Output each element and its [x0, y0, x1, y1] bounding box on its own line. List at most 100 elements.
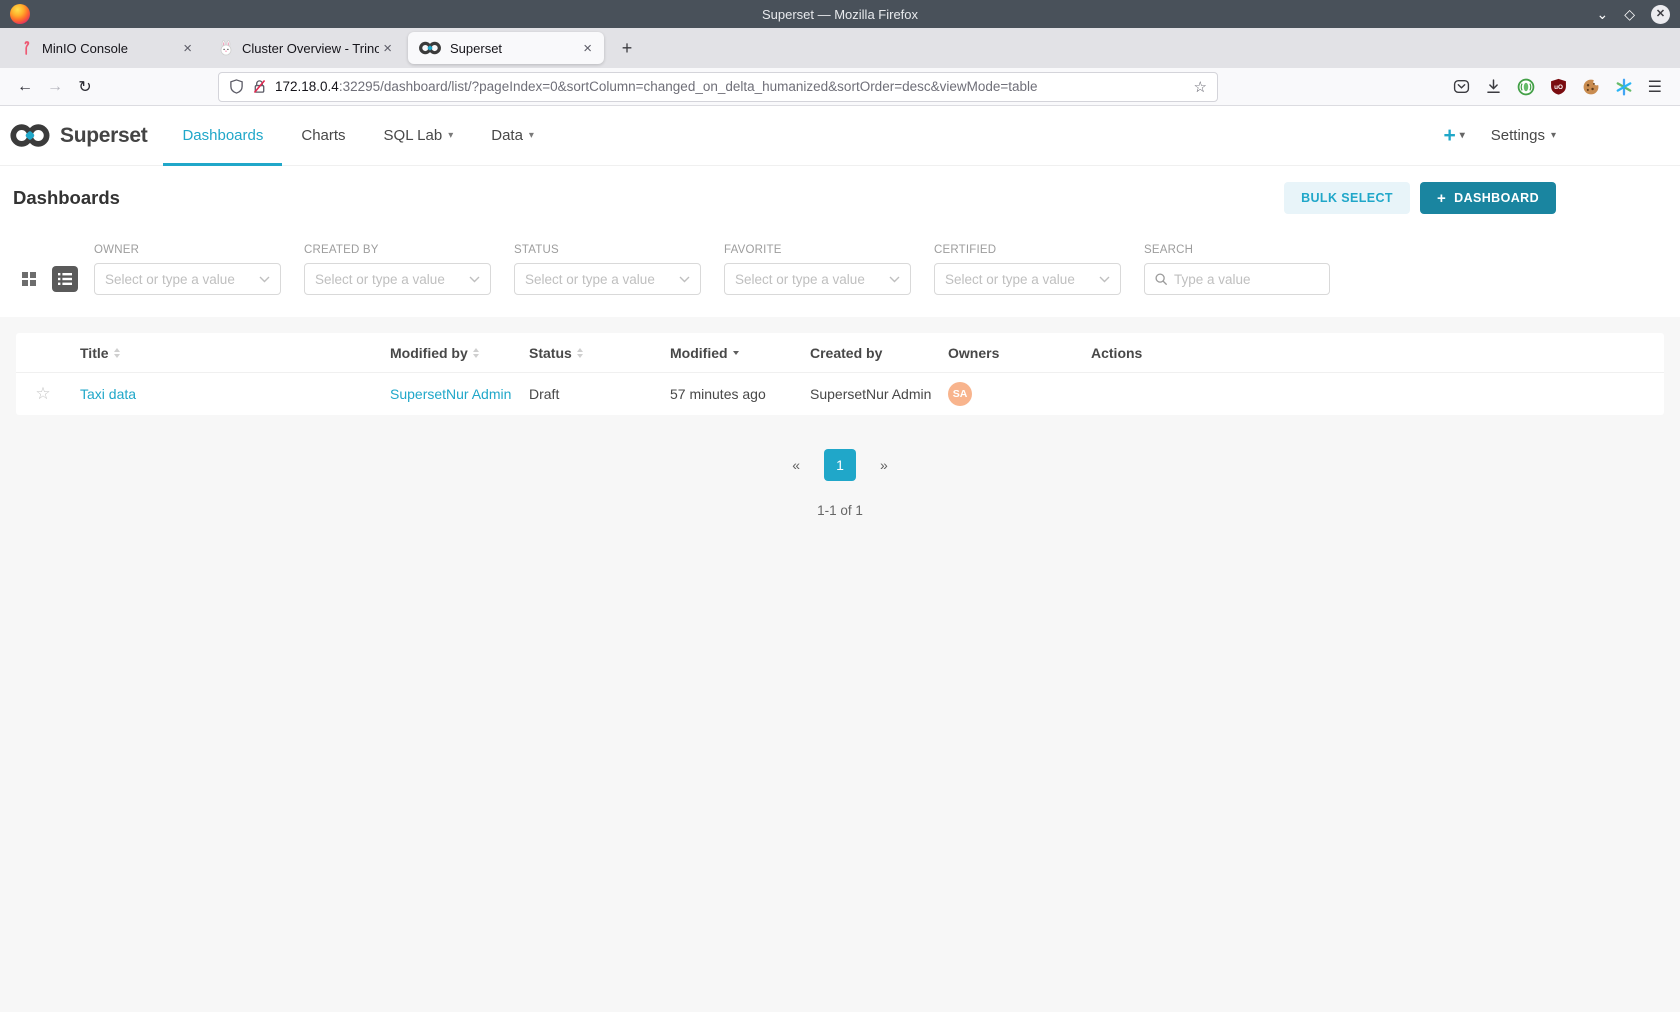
sort-icon — [577, 348, 583, 358]
card-view-toggle[interactable] — [16, 266, 42, 292]
nav-item-data[interactable]: Data ▾ — [472, 106, 553, 165]
list-icon — [58, 272, 72, 286]
filter-label-owner: OWNER — [94, 244, 281, 256]
chevron-down-icon — [259, 276, 270, 283]
hamburger-menu-icon[interactable]: ☰ — [1648, 77, 1662, 97]
certified-filter-select[interactable]: Select or type a value — [934, 263, 1121, 295]
sort-icon — [114, 348, 120, 358]
tab-trino[interactable]: Cluster Overview - Trino × — [208, 32, 404, 64]
favorite-filter-select[interactable]: Select or type a value — [724, 263, 911, 295]
tab-minio-console[interactable]: MinIO Console × — [8, 32, 204, 64]
select-placeholder: Select or type a value — [315, 272, 469, 287]
window-close-icon[interactable]: ✕ — [1651, 5, 1670, 24]
select-placeholder: Select or type a value — [105, 272, 259, 287]
chevron-down-icon: ▾ — [1551, 130, 1556, 141]
favorite-column-header — [16, 333, 70, 372]
search-input[interactable] — [1174, 272, 1320, 287]
favorite-star-icon[interactable]: ☆ — [35, 384, 50, 404]
reload-icon[interactable]: ↻ — [70, 73, 100, 101]
modified-by-link[interactable]: SupersetNur Admin — [390, 386, 511, 402]
filter-bar: OWNER Select or type a value CREATED BY … — [0, 230, 1680, 317]
tab-close-icon[interactable]: × — [579, 40, 596, 57]
shield-icon[interactable] — [229, 79, 244, 94]
new-dashboard-button[interactable]: + DASHBOARD — [1420, 182, 1556, 214]
column-header-actions: Actions — [1091, 333, 1664, 372]
column-label: Owners — [948, 345, 999, 361]
bulk-select-button[interactable]: BULK SELECT — [1284, 182, 1410, 214]
browser-toolbar: ← → ↻ 172.18.0.4:32295/dashboard/list/?p… — [0, 68, 1680, 106]
status-filter-select[interactable]: Select or type a value — [514, 263, 701, 295]
chevron-down-icon — [469, 276, 480, 283]
owner-avatar[interactable]: SA — [948, 382, 972, 406]
filter-label-status: STATUS — [514, 244, 701, 256]
tab-close-icon[interactable]: × — [179, 40, 196, 57]
column-header-modified-by[interactable]: Modified by — [390, 333, 529, 372]
settings-menu[interactable]: Settings ▾ — [1491, 127, 1556, 144]
select-placeholder: Select or type a value — [525, 272, 679, 287]
url-host: 172.18.0.4 — [275, 79, 339, 94]
nav-label: Data — [491, 127, 523, 144]
settings-label: Settings — [1491, 127, 1545, 144]
chevron-down-icon — [1099, 276, 1110, 283]
previous-page-button[interactable]: « — [792, 457, 800, 473]
insecure-lock-icon[interactable] — [252, 79, 267, 94]
forward-icon[interactable]: → — [40, 73, 70, 101]
back-icon[interactable]: ← — [10, 73, 40, 101]
url-bar[interactable]: 172.18.0.4:32295/dashboard/list/?pageInd… — [218, 72, 1218, 102]
superset-navbar: Superset Dashboards Charts SQL Lab ▾ Dat… — [0, 106, 1680, 166]
chevron-down-icon — [679, 276, 690, 283]
minio-flamingo-icon — [18, 40, 34, 56]
firefox-logo-icon — [10, 4, 30, 24]
next-page-button[interactable]: » — [880, 457, 888, 473]
extension-green-icon[interactable] — [1517, 78, 1535, 96]
tab-title: Cluster Overview - Trino — [242, 41, 379, 56]
column-header-status[interactable]: Status — [529, 333, 670, 372]
chevron-down-icon — [889, 276, 900, 283]
pagination: « 1 » — [0, 449, 1680, 481]
window-titlebar: Superset — Mozilla Firefox ⌄ ◇ ✕ — [0, 0, 1680, 28]
page-1-button[interactable]: 1 — [824, 449, 856, 481]
column-label: Modified — [670, 345, 728, 361]
column-header-modified[interactable]: Modified — [670, 333, 810, 372]
actions-cell — [1091, 373, 1664, 415]
superset-brand[interactable]: Superset — [10, 106, 147, 165]
column-header-owners: Owners — [948, 333, 1091, 372]
new-tab-button[interactable]: + — [614, 35, 640, 61]
bookmark-star-icon[interactable]: ☆ — [1194, 78, 1207, 96]
page-header: Dashboards BULK SELECT + DASHBOARD — [0, 166, 1680, 230]
owner-filter-select[interactable]: Select or type a value — [94, 263, 281, 295]
new-item-button[interactable]: + ▾ — [1443, 124, 1464, 148]
tab-bar: MinIO Console × Cluster Overview - Trino… — [0, 28, 1680, 68]
cookie-icon[interactable] — [1582, 78, 1600, 96]
created-by-cell: SupersetNur Admin — [810, 373, 948, 415]
table-row: ☆ Taxi data SupersetNur Admin Draft 57 m… — [16, 373, 1664, 415]
nav-label: Charts — [301, 127, 345, 144]
pocket-icon[interactable] — [1453, 78, 1470, 95]
window-maximize-icon[interactable]: ◇ — [1624, 7, 1635, 21]
extension-asterisk-icon[interactable] — [1615, 78, 1633, 96]
plus-icon: + — [1437, 190, 1446, 207]
ublock-shield-icon[interactable]: uO — [1550, 78, 1567, 95]
window-title: Superset — Mozilla Firefox — [0, 7, 1680, 22]
tab-superset[interactable]: Superset × — [408, 32, 604, 64]
window-minimize-icon[interactable]: ⌄ — [1596, 7, 1608, 21]
nav-item-sql-lab[interactable]: SQL Lab ▾ — [365, 106, 473, 165]
plus-icon: + — [1443, 124, 1455, 148]
column-header-title[interactable]: Title — [70, 333, 390, 372]
dashboard-title-link[interactable]: Taxi data — [80, 386, 136, 402]
list-view-toggle[interactable] — [52, 266, 78, 292]
table-header-row: Title Modified by Status Modified Create… — [16, 333, 1664, 373]
chevron-down-icon: ▾ — [1460, 130, 1465, 141]
created-by-filter-select[interactable]: Select or type a value — [304, 263, 491, 295]
modified-cell: 57 minutes ago — [670, 373, 810, 415]
nav-item-dashboards[interactable]: Dashboards — [163, 106, 282, 165]
select-placeholder: Select or type a value — [735, 272, 889, 287]
trino-bunny-icon — [218, 40, 234, 56]
downloads-icon[interactable] — [1485, 78, 1502, 95]
filter-label-favorite: FAVORITE — [724, 244, 911, 256]
tab-close-icon[interactable]: × — [379, 40, 396, 57]
nav-item-charts[interactable]: Charts — [282, 106, 364, 165]
column-label: Created by — [810, 345, 882, 361]
chevron-down-icon: ▾ — [529, 130, 534, 141]
url-text[interactable]: 172.18.0.4:32295/dashboard/list/?pageInd… — [275, 79, 1186, 94]
